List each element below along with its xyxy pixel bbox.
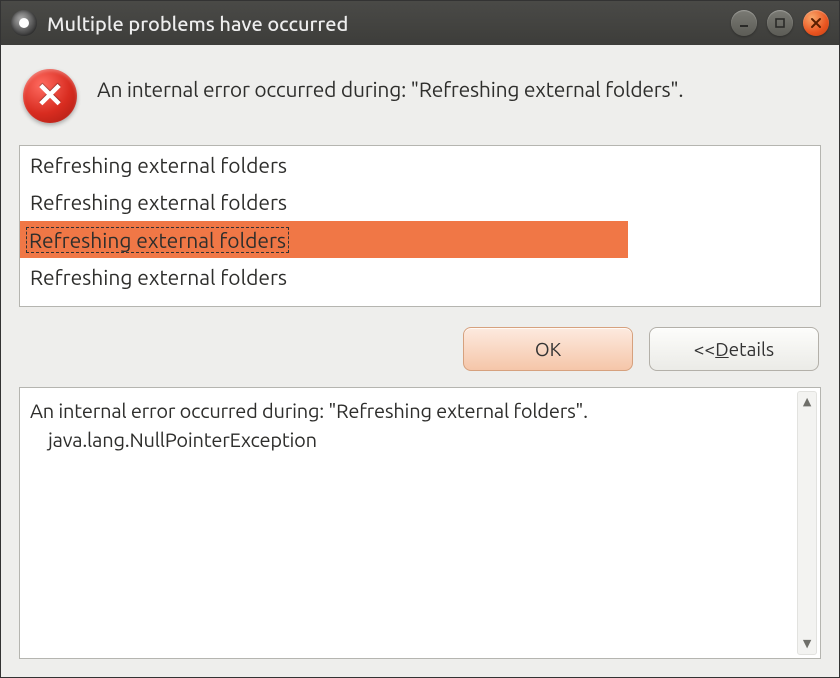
error-message-row: ✕ An internal error occurred during: "Re… xyxy=(19,63,821,131)
details-mnemonic: D xyxy=(715,338,728,360)
list-item-selected[interactable]: Refreshing external folders xyxy=(20,221,628,258)
close-button[interactable] xyxy=(803,10,829,36)
minimize-button[interactable] xyxy=(731,10,757,36)
eclipse-app-icon xyxy=(11,10,37,36)
problems-list[interactable]: Refreshing external folders Refreshing e… xyxy=(19,145,821,307)
details-line: java.lang.NullPointerException xyxy=(30,425,792,454)
list-item-label: Refreshing external folders xyxy=(30,153,287,177)
ok-button-label: OK xyxy=(535,338,561,360)
scroll-down-icon[interactable]: ▼ xyxy=(800,637,814,651)
titlebar[interactable]: Multiple problems have occurred xyxy=(1,1,839,45)
details-text-area[interactable]: An internal error occurred during: "Refr… xyxy=(19,387,821,659)
dialog-window: Multiple problems have occurred ✕ An int… xyxy=(0,0,840,678)
details-prefix: << xyxy=(694,338,715,360)
list-item[interactable]: Refreshing external folders xyxy=(20,146,820,183)
ok-button[interactable]: OK xyxy=(463,327,633,371)
list-item[interactable]: Refreshing external folders xyxy=(20,183,820,220)
dialog-content: ✕ An internal error occurred during: "Re… xyxy=(1,45,839,677)
error-message: An internal error occurred during: "Refr… xyxy=(97,69,683,101)
button-row: OK << Details xyxy=(19,321,821,373)
details-line: An internal error occurred during: "Refr… xyxy=(30,396,792,425)
list-item-label: Refreshing external folders xyxy=(30,265,287,289)
scroll-up-icon[interactable]: ▲ xyxy=(800,395,814,409)
error-icon: ✕ xyxy=(23,69,77,123)
list-item[interactable]: Refreshing external folders xyxy=(20,258,820,295)
maximize-button[interactable] xyxy=(767,10,793,36)
details-button[interactable]: << Details xyxy=(649,327,819,371)
details-rest: etails xyxy=(729,338,775,360)
window-controls xyxy=(731,10,829,36)
vertical-scrollbar[interactable]: ▲ ▼ xyxy=(797,391,817,655)
list-item-label: Refreshing external folders xyxy=(30,190,287,214)
window-title: Multiple problems have occurred xyxy=(47,12,721,35)
list-item-label: Refreshing external folders xyxy=(26,227,289,253)
